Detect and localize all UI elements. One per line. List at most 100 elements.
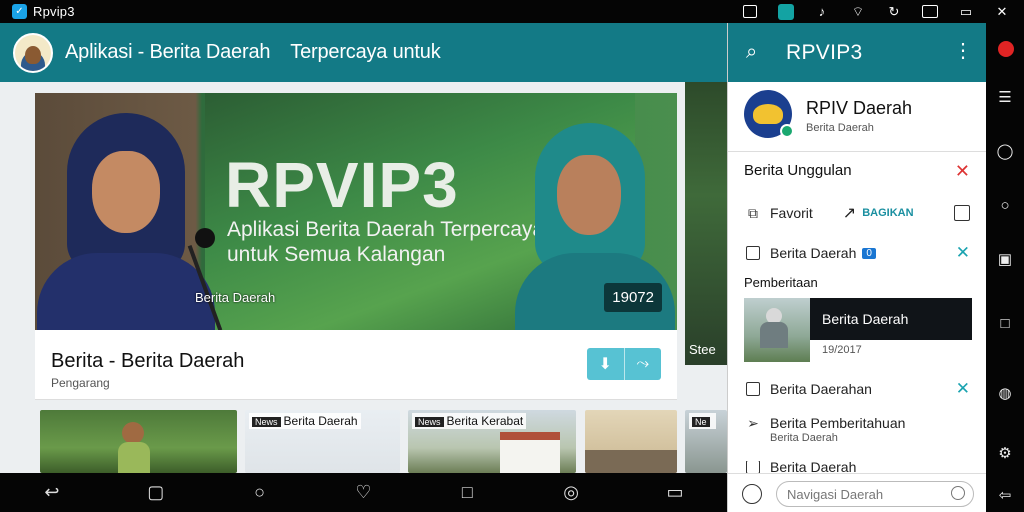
- news-thumbnail: [744, 298, 810, 362]
- hero-caption: Berita Daerah: [195, 290, 276, 305]
- window-icon: [922, 5, 938, 19]
- home-icon[interactable]: ▢: [145, 482, 167, 504]
- favorites-checkbox[interactable]: [954, 205, 970, 221]
- search-icon[interactable]: ○: [249, 482, 271, 504]
- heart-icon[interactable]: ♡: [352, 482, 374, 504]
- district-news-row[interactable]: Berita Daerahan: [744, 377, 974, 401]
- app-subtitle: Terpercaya untuk: [290, 41, 441, 63]
- square-icon[interactable]: □: [456, 482, 478, 504]
- panel-search-input[interactable]: Navigasi Daerah: [776, 481, 974, 507]
- thumbnail-card[interactable]: [585, 410, 677, 473]
- share-icon[interactable]: ⤳: [623, 348, 662, 380]
- chat-icon[interactable]: ◯: [995, 141, 1015, 161]
- article-card[interactable]: Berita - Berita Daerah Pengarang ⬇ ⤳: [35, 330, 677, 400]
- thumbnail-card[interactable]: Ne: [685, 410, 727, 473]
- news-item[interactable]: Berita Daerah 19/2017: [744, 298, 972, 364]
- wifi-icon: ⌔: [851, 3, 865, 19]
- partial-row[interactable]: Berita Daerah: [744, 461, 974, 473]
- more-options-icon[interactable]: ⋮: [953, 41, 973, 61]
- save-icon[interactable]: ▣: [995, 249, 1015, 269]
- next-card-peek-text: Stee: [689, 342, 716, 357]
- explore-icon[interactable]: ◎: [560, 482, 582, 504]
- menu-icon[interactable]: ☰: [995, 87, 1015, 107]
- district-news-label: Berita Daerahan: [770, 381, 872, 397]
- thumbnail-label: Ne: [689, 413, 716, 429]
- share-arrow-icon[interactable]: ↗: [843, 203, 856, 223]
- favorites-row[interactable]: ⧉ Favorit ↗ BAGIKAN: [744, 201, 974, 225]
- profile-subtitle: Berita Daerah: [806, 122, 874, 134]
- share-action-label[interactable]: BAGIKAN: [862, 207, 913, 219]
- status-app-name: Rpvip3: [33, 4, 75, 19]
- section2-title-text: Pemberitaan: [744, 275, 818, 290]
- thumbnail-card[interactable]: News Berita Kerabat: [408, 410, 576, 473]
- person-figure: [122, 422, 144, 444]
- partial-row-label: Berita Daerah: [770, 461, 857, 473]
- checkbox-icon[interactable]: [744, 380, 762, 398]
- panel-header: ⌕ RPVIP3 ⋮: [728, 23, 987, 82]
- profile-avatar[interactable]: [744, 90, 794, 138]
- article-actions: ⬇ ⤳: [587, 348, 661, 380]
- screen-icon: [742, 5, 758, 19]
- regional-news-row[interactable]: Berita Daerah 0: [744, 241, 974, 265]
- app-teal-icon: [778, 3, 794, 20]
- microphone-icon: [195, 228, 215, 248]
- recents-icon[interactable]: ▭: [664, 482, 686, 504]
- status-bar: ✓ Rpvip3 ♪ ⌔ ↻ ▭ ✕: [0, 0, 1024, 23]
- thumbnail-label: News Berita Daerah: [249, 413, 361, 429]
- section-title-text: Berita Unggulan: [744, 162, 852, 179]
- bell-icon: ♪: [818, 4, 826, 19]
- circle-icon[interactable]: ○: [995, 195, 1015, 215]
- square-icon[interactable]: □: [995, 313, 1015, 333]
- send-icon: ➢: [747, 414, 759, 431]
- checkbox-icon[interactable]: [744, 244, 762, 262]
- hero-image[interactable]: RPVIP3 Aplikasi Berita Daerah Terpercaya…: [35, 93, 677, 330]
- next-card-peek[interactable]: Stee: [685, 82, 727, 365]
- thumbnail-strip: News Berita Daerah News Berita Kerabat Ne: [40, 410, 727, 473]
- circle-icon[interactable]: [742, 484, 762, 504]
- verified-icon: [780, 124, 794, 138]
- profile-name: RPIV Daerah: [806, 98, 913, 118]
- article-headline[interactable]: Berita - Berita Daerah: [51, 350, 244, 373]
- system-rail: ☰ ◯ ○ ▣ □ ◍ ⚙ ⇦: [986, 23, 1024, 512]
- download-icon[interactable]: ⬇: [587, 348, 624, 380]
- notification-label: Berita Pemberitahuan: [770, 415, 906, 431]
- notification-row[interactable]: ➢ Berita Pemberitahuan: [744, 413, 974, 433]
- screen: ✓ Rpvip3 ♪ ⌔ ↻ ▭ ✕ Aplikasi - Berita Dae…: [0, 0, 1024, 512]
- bottom-nav: ↩ ▢ ○ ♡ □ ◎ ▭: [0, 473, 727, 512]
- person-figure-body: [118, 442, 150, 473]
- regional-news-label: Berita Daerah: [770, 245, 857, 261]
- thumbnail-card[interactable]: [40, 410, 237, 473]
- magnifier-icon[interactable]: [951, 486, 965, 500]
- panel-search-placeholder: Navigasi Daerah: [787, 486, 884, 502]
- thumbnail-card[interactable]: News Berita Daerah: [245, 410, 400, 473]
- back-icon[interactable]: ↩: [41, 482, 63, 504]
- app-avatar[interactable]: [13, 32, 53, 73]
- section-title-featured: Berita Unggulan: [744, 162, 852, 179]
- news-feed[interactable]: RPVIP3 Aplikasi Berita Daerah Terpercaya…: [0, 82, 727, 473]
- hero-banner-line1: Aplikasi Berita Daerah Terpercaya: [227, 218, 545, 241]
- hero-banner-line2: untuk Semua Kalangan: [227, 243, 446, 266]
- count-badge: 0: [862, 247, 876, 259]
- news-date: 19/2017: [822, 344, 862, 356]
- dismiss-icon[interactable]: ✕: [956, 379, 970, 399]
- close-icon[interactable]: ✕: [955, 161, 970, 182]
- status-icons: ♪ ⌔ ↻ ▭ ✕: [742, 0, 1010, 23]
- hero-banner-title: RPVIP3: [225, 149, 459, 221]
- notification-sub: Berita Daerah: [770, 432, 838, 444]
- search-icon[interactable]: ⌕: [746, 41, 768, 64]
- checkbox-icon[interactable]: [744, 461, 762, 473]
- back-arrow-icon[interactable]: ⇦: [995, 485, 1015, 505]
- thumbnail-label: News Berita Kerabat: [412, 413, 527, 429]
- notification-icon[interactable]: [998, 41, 1014, 57]
- side-panel: ⌕ RPVIP3 ⋮ RPIV Daerah Berita Daerah Ber…: [727, 23, 987, 512]
- app-bar: Aplikasi - Berita Daerah Terpercaya untu…: [0, 23, 727, 82]
- copy-icon: ⧉: [748, 204, 758, 221]
- lock-icon[interactable]: ◍: [995, 383, 1015, 403]
- settings-icon[interactable]: ⚙: [995, 443, 1015, 463]
- mute-icon: ✕: [996, 3, 1008, 19]
- battery-icon: ▭: [959, 3, 973, 19]
- dismiss-icon[interactable]: ✕: [956, 243, 970, 263]
- profile-header[interactable]: RPIV Daerah Berita Daerah: [728, 82, 987, 152]
- sync-icon: ↻: [888, 3, 900, 19]
- panel-search-bar: Navigasi Daerah: [742, 481, 974, 507]
